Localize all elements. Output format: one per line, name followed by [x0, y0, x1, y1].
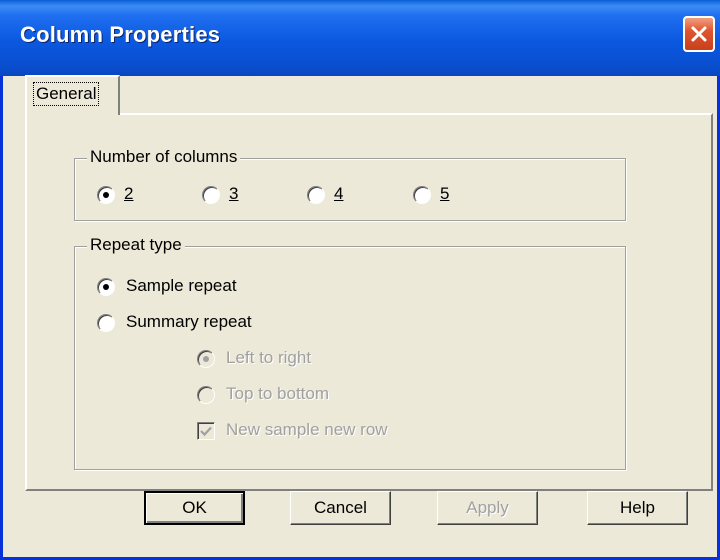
cancel-button[interactable]: Cancel	[290, 491, 391, 525]
repeat-type-title: Repeat type	[87, 235, 185, 255]
left-to-right-radio[interactable]	[197, 350, 215, 368]
dialog-window: Column Properties General Number of colu…	[0, 0, 720, 560]
close-icon	[691, 26, 707, 42]
summary-repeat-radio[interactable]	[97, 314, 115, 332]
apply-button[interactable]: Apply	[437, 491, 538, 525]
sample-repeat-radio[interactable]	[97, 278, 115, 296]
left-to-right-label[interactable]: Left to right	[226, 348, 311, 368]
close-button[interactable]	[683, 16, 715, 52]
window-title: Column Properties	[20, 22, 221, 47]
number-of-columns-title: Number of columns	[87, 147, 241, 167]
top-to-bottom-radio[interactable]	[197, 386, 215, 404]
columns-2-radio[interactable]	[97, 186, 115, 204]
repeat-type-group: Repeat type Sample repeat Summary repeat…	[74, 235, 626, 470]
sample-repeat-label[interactable]: Sample repeat	[126, 276, 237, 296]
ok-button[interactable]: OK	[144, 491, 245, 525]
tab-panel-general: Number of columns 2 3 4 5 Repeat type Sa…	[25, 113, 713, 491]
tab-general-label: General	[33, 82, 100, 106]
columns-4-radio[interactable]	[307, 186, 325, 204]
columns-5-radio[interactable]	[413, 186, 431, 204]
top-to-bottom-label[interactable]: Top to bottom	[226, 384, 329, 404]
columns-2-label[interactable]: 2	[124, 184, 133, 204]
help-button[interactable]: Help	[587, 491, 688, 525]
checkmark-icon	[200, 426, 212, 437]
dialog-client-area: General Number of columns 2 3 4 5 Repeat…	[3, 75, 717, 557]
columns-4-label[interactable]: 4	[334, 184, 343, 204]
tab-general[interactable]: General	[25, 75, 120, 115]
new-sample-new-row-label[interactable]: New sample new row	[226, 420, 388, 440]
columns-3-label[interactable]: 3	[229, 184, 238, 204]
summary-repeat-label[interactable]: Summary repeat	[126, 312, 252, 332]
title-bar[interactable]: Column Properties	[0, 0, 720, 76]
columns-5-label[interactable]: 5	[440, 184, 449, 204]
new-sample-new-row-checkbox[interactable]	[197, 422, 215, 440]
columns-3-radio[interactable]	[202, 186, 220, 204]
number-of-columns-group: Number of columns 2 3 4 5	[74, 147, 626, 221]
